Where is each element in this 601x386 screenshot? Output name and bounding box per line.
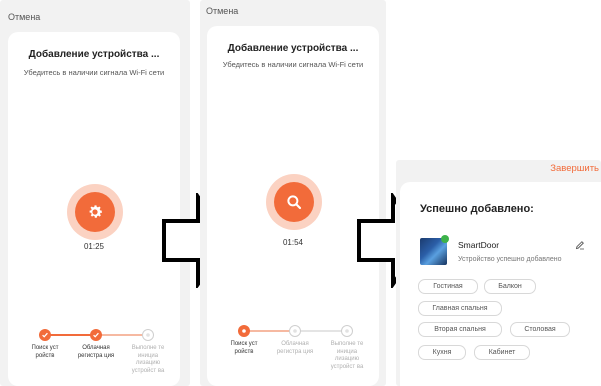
step-label: Выполне те инициа лизацию устройст ва xyxy=(330,341,364,370)
finish-button[interactable]: Завершить xyxy=(550,163,599,174)
progress-ring xyxy=(266,174,322,230)
gear-icon xyxy=(75,192,115,232)
card-title: Добавление устройства ... xyxy=(227,43,359,54)
step-connector xyxy=(244,330,295,332)
room-chip[interactable]: Балкон xyxy=(484,279,536,294)
card-subtitle: Убедитесь в наличии сигнала Wi-Fi сети xyxy=(23,68,165,77)
step-pending-icon xyxy=(142,329,154,341)
success-title: Успешно добавлено: xyxy=(420,203,534,215)
device-status: Устройство успешно добавлено xyxy=(458,256,562,263)
progress-card: Добавление устройства ... Убедитесь в на… xyxy=(8,32,180,386)
room-chip[interactable]: Гостиная xyxy=(418,279,478,294)
step-label: Облачная регистра ция xyxy=(276,341,314,355)
step-connector xyxy=(45,334,96,336)
step-indicator: Поиск уст ройств Облачная регистра ция В… xyxy=(207,324,379,384)
room-chip[interactable]: Кухня xyxy=(418,345,466,360)
room-chip[interactable]: Кабинет xyxy=(474,345,530,360)
edit-pencil-icon[interactable] xyxy=(575,240,585,250)
step-pending-icon xyxy=(341,325,353,337)
card-subtitle: Убедитесь в наличии сигнала Wi-Fi сети xyxy=(222,60,364,69)
step-check-icon xyxy=(39,329,51,341)
step-connector xyxy=(295,330,347,332)
device-name: SmartDoor xyxy=(458,240,500,250)
cancel-button[interactable]: Отмена xyxy=(8,12,40,22)
step-connector xyxy=(96,334,148,336)
step-active-icon xyxy=(238,325,250,337)
progress-card: Добавление устройства ... Убедитесь в на… xyxy=(207,26,379,386)
step-indicator: Поиск уст ройств Облачная регистра ция В… xyxy=(8,328,180,386)
countdown-timer: 01:54 xyxy=(282,238,304,247)
step-label: Поиск уст ройств xyxy=(31,345,59,359)
card-title: Добавление устройства ... xyxy=(28,49,160,60)
room-chip[interactable]: Столовая xyxy=(510,322,570,337)
room-chip[interactable]: Главная спальня xyxy=(418,301,502,316)
countdown-timer: 01:25 xyxy=(83,242,105,251)
step-label: Облачная регистра ция xyxy=(77,345,115,359)
success-check-icon xyxy=(441,235,449,243)
search-icon xyxy=(274,182,314,222)
room-chip[interactable]: Вторая спальня xyxy=(418,322,502,337)
progress-ring xyxy=(67,184,123,240)
cancel-button[interactable]: Отмена xyxy=(206,6,238,16)
step-label: Поиск уст ройств xyxy=(230,341,258,355)
step-pending-icon xyxy=(289,325,301,337)
step-label: Выполне те инициа лизацию устройст ва xyxy=(131,345,165,374)
step-check-icon xyxy=(90,329,102,341)
